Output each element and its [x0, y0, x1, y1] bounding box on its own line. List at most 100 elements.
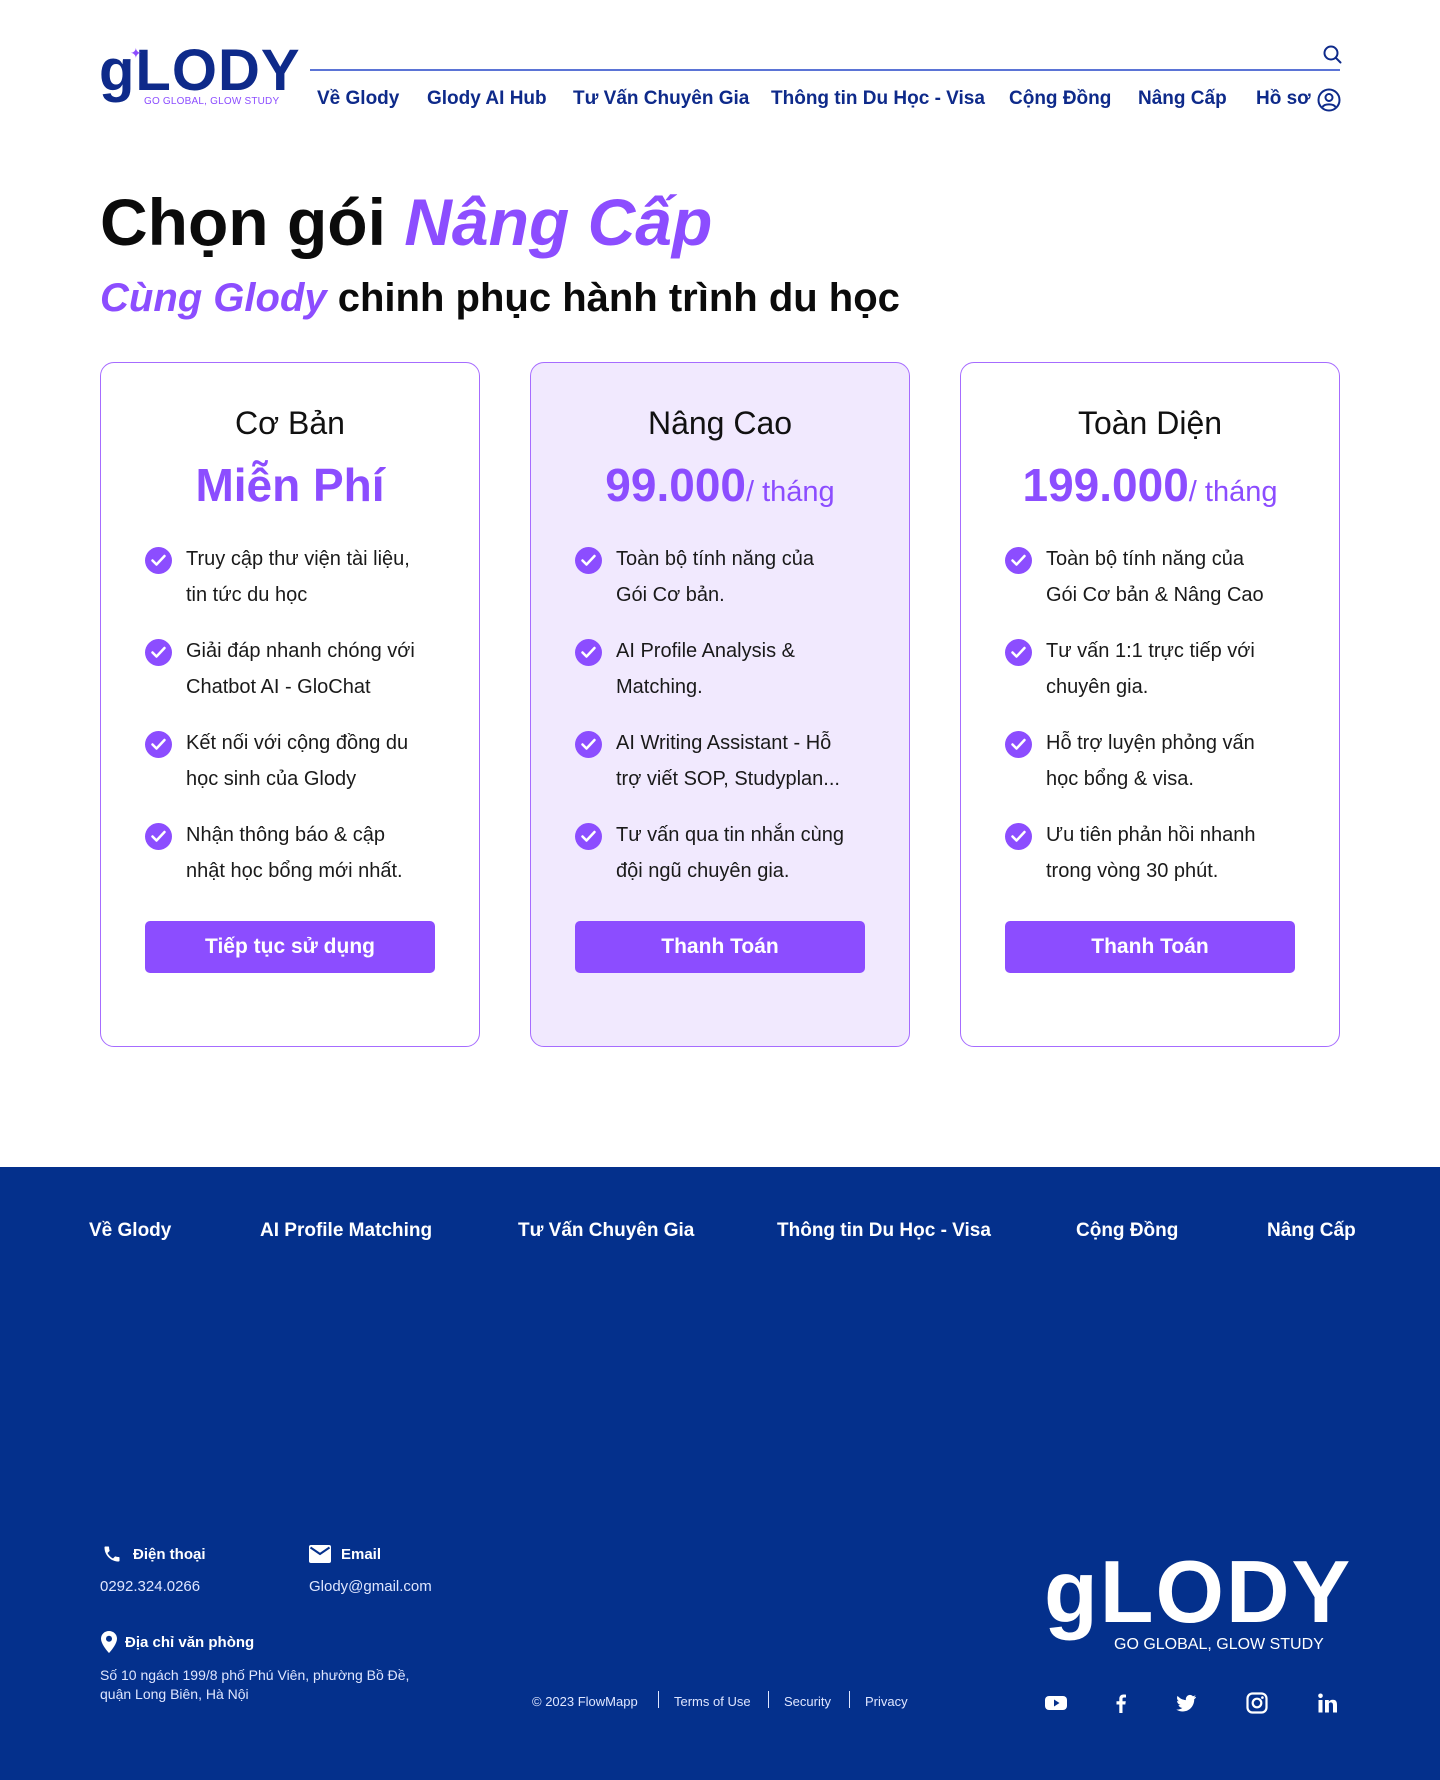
feature-item: Toàn bộ tính năng của Gói Cơ bản.	[575, 541, 885, 633]
feature-line: Tư vấn qua tin nhắn cùng	[616, 824, 844, 846]
check-circle-icon	[575, 639, 602, 666]
phone-icon	[104, 1546, 120, 1562]
divider	[658, 1691, 659, 1708]
footer-link-du-hoc-visa[interactable]: Thông tin Du Học - Visa	[777, 1220, 991, 1242]
feature-list: Toàn bộ tính năng của Gói Cơ bản. AI Prof…	[575, 541, 885, 909]
instagram-icon[interactable]	[1245, 1691, 1269, 1715]
email-icon	[309, 1545, 331, 1563]
twitter-icon[interactable]	[1174, 1691, 1198, 1715]
title-prefix: Chọn gói	[100, 185, 405, 259]
security-link[interactable]: Security	[784, 1694, 831, 1709]
plan-price: 99.000/ tháng	[531, 455, 909, 522]
footer-logo[interactable]: gLODY GO GLOBAL, GLOW STUDY	[1044, 1542, 1350, 1660]
nav-item-cong-dong[interactable]: Cộng Đồng	[1009, 88, 1111, 110]
linkedin-icon[interactable]	[1316, 1691, 1340, 1715]
address-text: Số 10 ngách 199/8 phố Phú Viên, phường B…	[100, 1667, 410, 1702]
nav-item-du-hoc-visa[interactable]: Thông tin Du Học - Visa	[771, 88, 985, 110]
feature-item: Kết nối với cộng đồng du học sinh của Glo…	[145, 725, 455, 817]
nav-item-ve-glody[interactable]: Về Glody	[317, 88, 399, 110]
divider	[849, 1691, 850, 1708]
feature-line: Toàn bộ tính năng của	[616, 548, 814, 570]
footer-link-ai-profile[interactable]: AI Profile Matching	[260, 1220, 432, 1242]
privacy-link[interactable]: Privacy	[865, 1694, 908, 1709]
plan-card-nang-cao: Nâng Cao 99.000/ tháng Toàn bộ tính năng…	[530, 362, 910, 1047]
feature-line: học bổng & visa.	[1046, 768, 1194, 790]
check-circle-icon	[1005, 547, 1032, 574]
nav-item-tu-van[interactable]: Tư Vấn Chuyên Gia	[573, 88, 749, 110]
footer-link-tu-van[interactable]: Tư Vấn Chuyên Gia	[518, 1220, 694, 1242]
phone-number[interactable]: 0292.324.0266	[100, 1578, 200, 1595]
site-header: gLODY ✦ GO GLOBAL, GLOW STUDY Về Glody G…	[0, 0, 1440, 130]
check-circle-icon	[145, 639, 172, 666]
feature-item: AI Profile Analysis & Matching.	[575, 633, 885, 725]
facebook-icon[interactable]	[1109, 1691, 1133, 1715]
divider	[768, 1691, 769, 1708]
page-subtitle: Cùng Glody chinh phục hành trình du học	[100, 272, 900, 324]
check-circle-icon	[575, 731, 602, 758]
search-icon[interactable]	[1322, 44, 1342, 64]
feature-list: Truy cập thư viện tài liệu, tin tức du họ…	[145, 541, 455, 909]
location-pin-icon	[101, 1631, 117, 1653]
nav-item-ho-so[interactable]: Hồ sơ	[1256, 88, 1311, 110]
feature-item: Tư vấn qua tin nhắn cùng đội ngũ chuyên g…	[575, 817, 885, 909]
feature-item: Truy cập thư viện tài liệu, tin tức du họ…	[145, 541, 455, 633]
footer-logo-wordmark: gLODY	[1044, 1542, 1353, 1641]
plan-price: Miễn Phí	[101, 455, 479, 515]
site-footer: Về Glody AI Profile Matching Tư Vấn Chuy…	[0, 1167, 1440, 1780]
feature-line: Hỗ trợ luyện phỏng vấn	[1046, 732, 1255, 754]
continue-button[interactable]: Tiếp tục sử dụng	[145, 921, 435, 973]
plan-card-toan-dien: Toàn Diện 199.000/ tháng Toàn bộ tính nă…	[960, 362, 1340, 1047]
plan-name: Toàn Diện	[1077, 405, 1223, 441]
user-circle-icon[interactable]	[1317, 88, 1341, 112]
feature-line: AI Writing Assistant - Hỗ	[616, 732, 832, 754]
footer-link-nang-cap[interactable]: Nâng Cấp	[1267, 1220, 1356, 1242]
feature-item: Giải đáp nhanh chóng với Chatbot AI - Glo…	[145, 633, 455, 725]
footer-link-ve-glody[interactable]: Về Glody	[89, 1220, 171, 1242]
check-circle-icon	[1005, 823, 1032, 850]
plan-name: Cơ Bản	[235, 405, 345, 441]
footer-logo-tagline: GO GLOBAL, GLOW STUDY	[1114, 1636, 1324, 1653]
footer-link-cong-dong[interactable]: Cộng Đồng	[1076, 1220, 1178, 1242]
check-circle-icon	[145, 731, 172, 758]
feature-item: Ưu tiên phản hồi nhanh trong vòng 30 phút…	[1005, 817, 1315, 909]
phone-label: Điện thoại	[133, 1546, 206, 1563]
check-circle-icon	[575, 823, 602, 850]
feature-line: Matching.	[616, 676, 703, 698]
feature-line: Gói Cơ bản & Nâng Cao	[1046, 584, 1264, 606]
feature-line: tin tức du học	[186, 584, 308, 606]
feature-line: Truy cập thư viện tài liệu,	[186, 548, 410, 570]
plan-name: Nâng Cao	[647, 405, 793, 441]
terms-link[interactable]: Terms of Use	[674, 1694, 751, 1709]
check-circle-icon	[145, 823, 172, 850]
feature-line: chuyên gia.	[1046, 676, 1149, 698]
header-divider	[310, 69, 1340, 71]
nav-item-nang-cap[interactable]: Nâng Cấp	[1138, 88, 1227, 110]
email-address[interactable]: Glody@gmail.com	[309, 1578, 432, 1595]
price-period: / tháng	[746, 476, 835, 508]
star-icon: ✦	[130, 45, 142, 61]
pay-button[interactable]: Thanh Toán	[575, 921, 865, 973]
feature-line: Chatbot AI - GloChat	[186, 676, 371, 698]
feature-line: Kết nối với cộng đồng du	[186, 732, 409, 754]
feature-line: AI Profile Analysis &	[616, 640, 795, 662]
feature-line: trợ viết SOP, Studyplan...	[616, 768, 840, 790]
youtube-icon[interactable]	[1044, 1691, 1068, 1715]
feature-line: Tư vấn 1:1 trực tiếp với	[1046, 640, 1255, 662]
feature-item: Tư vấn 1:1 trực tiếp với chuyên gia.	[1005, 633, 1315, 725]
nav-item-ai-hub[interactable]: Glody AI Hub	[427, 88, 547, 110]
subtitle-accent: Cùng Glody	[100, 276, 327, 320]
page-title: Chọn gói Nâng Cấp	[100, 182, 712, 262]
feature-line: Toàn bộ tính năng của	[1046, 548, 1244, 570]
plan-card-co-ban: Cơ Bản Miễn Phí Truy cập thư viện tài li…	[100, 362, 480, 1047]
feature-line: Gói Cơ bản.	[616, 584, 725, 606]
feature-line: nhật học bổng mới nhất.	[186, 860, 403, 882]
check-circle-icon	[1005, 731, 1032, 758]
feature-line: Nhận thông báo & cập	[186, 824, 386, 846]
feature-line: Ưu tiên phản hồi nhanh	[1046, 824, 1256, 846]
feature-item: AI Writing Assistant - Hỗ trợ viết SOP, S…	[575, 725, 885, 817]
price-value: Miễn Phí	[195, 459, 385, 511]
feature-item: Hỗ trợ luyện phỏng vấn học bổng & visa.	[1005, 725, 1315, 817]
main-nav: Về Glody Glody AI Hub Tư Vấn Chuyên Gia …	[0, 88, 1440, 112]
pay-button[interactable]: Thanh Toán	[1005, 921, 1295, 973]
copyright: © 2023 FlowMapp	[532, 1694, 638, 1709]
